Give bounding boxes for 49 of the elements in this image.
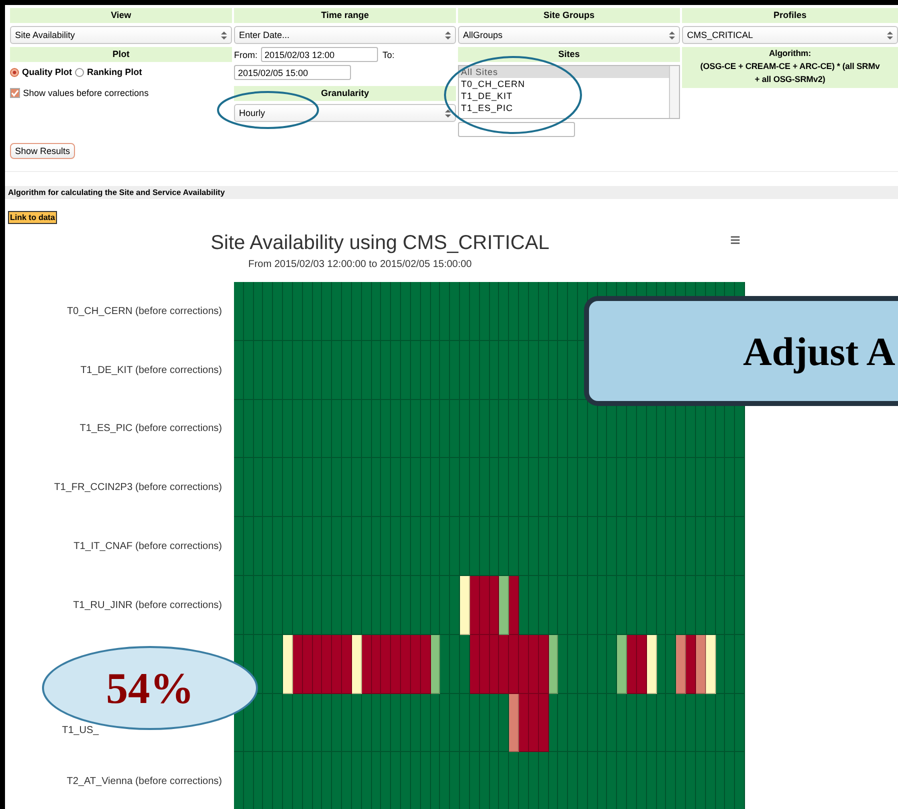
row-label: T1_RU_JINR (before corrections) [73, 600, 222, 611]
row-label: T2_AT_Vienna (before corrections) [66, 776, 222, 788]
row-label: T0_CH_CERN (before corrections) [66, 306, 222, 317]
checkbox[interactable] [10, 88, 20, 98]
checkbox-label: Show values before corrections [23, 88, 149, 98]
section-bar: Algorithm for calculating the Site and Service Availability [5, 186, 898, 199]
column-header: Plot [10, 47, 232, 62]
column-header: Time range [234, 8, 456, 23]
radio-label: Ranking Plot [87, 67, 142, 77]
from-date-field[interactable]: 2015/02/03 12:00 [260, 47, 378, 62]
sites-list[interactable]: All Sites T0_CH_CERN T1_DE_KIT T1_ES_PIC [458, 65, 680, 119]
row-label: T1_ES_PIC (before corrections) [80, 423, 222, 434]
to-date-field[interactable]: 2015/02/05 15:00 [234, 65, 351, 80]
row-label: T1_IT_CNAF (before corrections) [74, 541, 222, 552]
time-range-select[interactable]: Enter Date... [234, 26, 456, 44]
profiles-select[interactable]: CMS_CRITICAL [682, 26, 898, 44]
site-option[interactable]: T1_DE_KIT [459, 90, 669, 102]
spinner-icon [221, 30, 227, 40]
column-header: Granularity [234, 86, 456, 101]
column-header: Site Groups [458, 8, 680, 23]
site-option[interactable]: All Sites [459, 66, 669, 78]
site-groups-select[interactable]: AllGroups [458, 26, 680, 44]
scrollbar[interactable] [669, 66, 679, 118]
spinner-icon [445, 108, 451, 118]
callout-box: Adjust A [584, 296, 898, 406]
radio-button[interactable] [10, 68, 19, 76]
radio-button[interactable] [75, 68, 84, 76]
column-header: Sites [458, 47, 680, 62]
site-filter-field[interactable] [458, 122, 575, 137]
to-label: To: [382, 50, 395, 60]
site-option[interactable]: T0_CH_CERN [459, 78, 669, 90]
from-label: From: [234, 50, 258, 60]
granularity-select[interactable]: Hourly [234, 104, 456, 122]
column-header: View [10, 8, 232, 23]
radio-label: Quality Plot [22, 67, 72, 77]
spinner-icon [887, 30, 893, 40]
column-header: Profiles [682, 8, 898, 23]
spinner-icon [669, 30, 675, 40]
site-option[interactable]: T1_ES_PIC [459, 102, 669, 114]
algorithm-formula: Algorithm: (OSG-CE + CREAM-CE + ARC-CE) * (all SRMv + all OSG-SRMv2) [682, 47, 898, 88]
chart-subtitle: From 2015/02/03 12:00:00 to 2015/02/05 15:00:00 [248, 259, 472, 270]
row-label: T1_DE_KIT (before corrections) [80, 364, 222, 376]
view-select[interactable]: Site Availability [10, 26, 232, 44]
chart-title: Site Availability using CMS_CRITICAL [210, 232, 550, 255]
menu-icon[interactable]: ≡ [730, 230, 741, 251]
spinner-icon [445, 30, 451, 40]
row-label: T1_FR_CCIN2P3 (before corrections) [54, 482, 222, 494]
link-to-data-button[interactable]: Link to data [8, 211, 57, 224]
show-results-button[interactable]: Show Results [10, 143, 76, 159]
